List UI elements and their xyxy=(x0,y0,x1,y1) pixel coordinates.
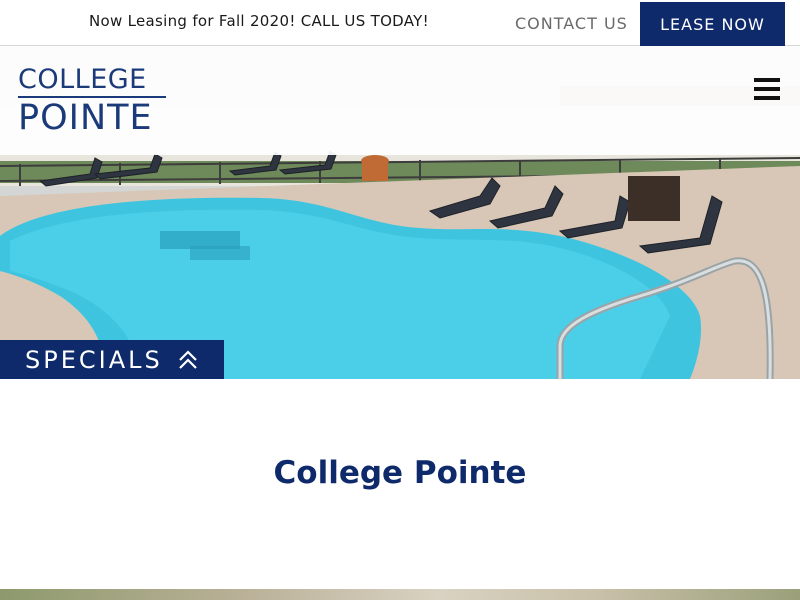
contact-us-link[interactable]: CONTACT US xyxy=(515,14,628,33)
page-title: College Pointe xyxy=(273,455,527,491)
college-pointe-logo[interactable]: COLLEGE POINTE xyxy=(18,64,168,138)
logo-text-pointe: POINTE xyxy=(18,98,153,138)
menu-bar-1 xyxy=(754,78,780,82)
hero-banner: COLLEGE POINTE SPECIALS xyxy=(0,46,800,379)
announcement-text: Now Leasing for Fall 2020! CALL US TODAY… xyxy=(89,12,429,30)
logo-text-college: COLLEGE xyxy=(18,64,147,95)
hamburger-menu-icon[interactable] xyxy=(754,78,782,102)
bottom-photo-strip xyxy=(0,589,800,600)
menu-bar-2 xyxy=(754,87,780,91)
specials-tab[interactable]: SPECIALS xyxy=(0,340,224,379)
menu-bar-3 xyxy=(754,96,780,100)
lease-now-button[interactable]: LEASE NOW xyxy=(640,2,785,46)
double-chevron-up-icon xyxy=(178,349,197,369)
site-header: COLLEGE POINTE xyxy=(0,46,800,155)
specials-label: SPECIALS xyxy=(25,345,163,374)
announcement-bar: Now Leasing for Fall 2020! CALL US TODAY… xyxy=(0,0,800,46)
